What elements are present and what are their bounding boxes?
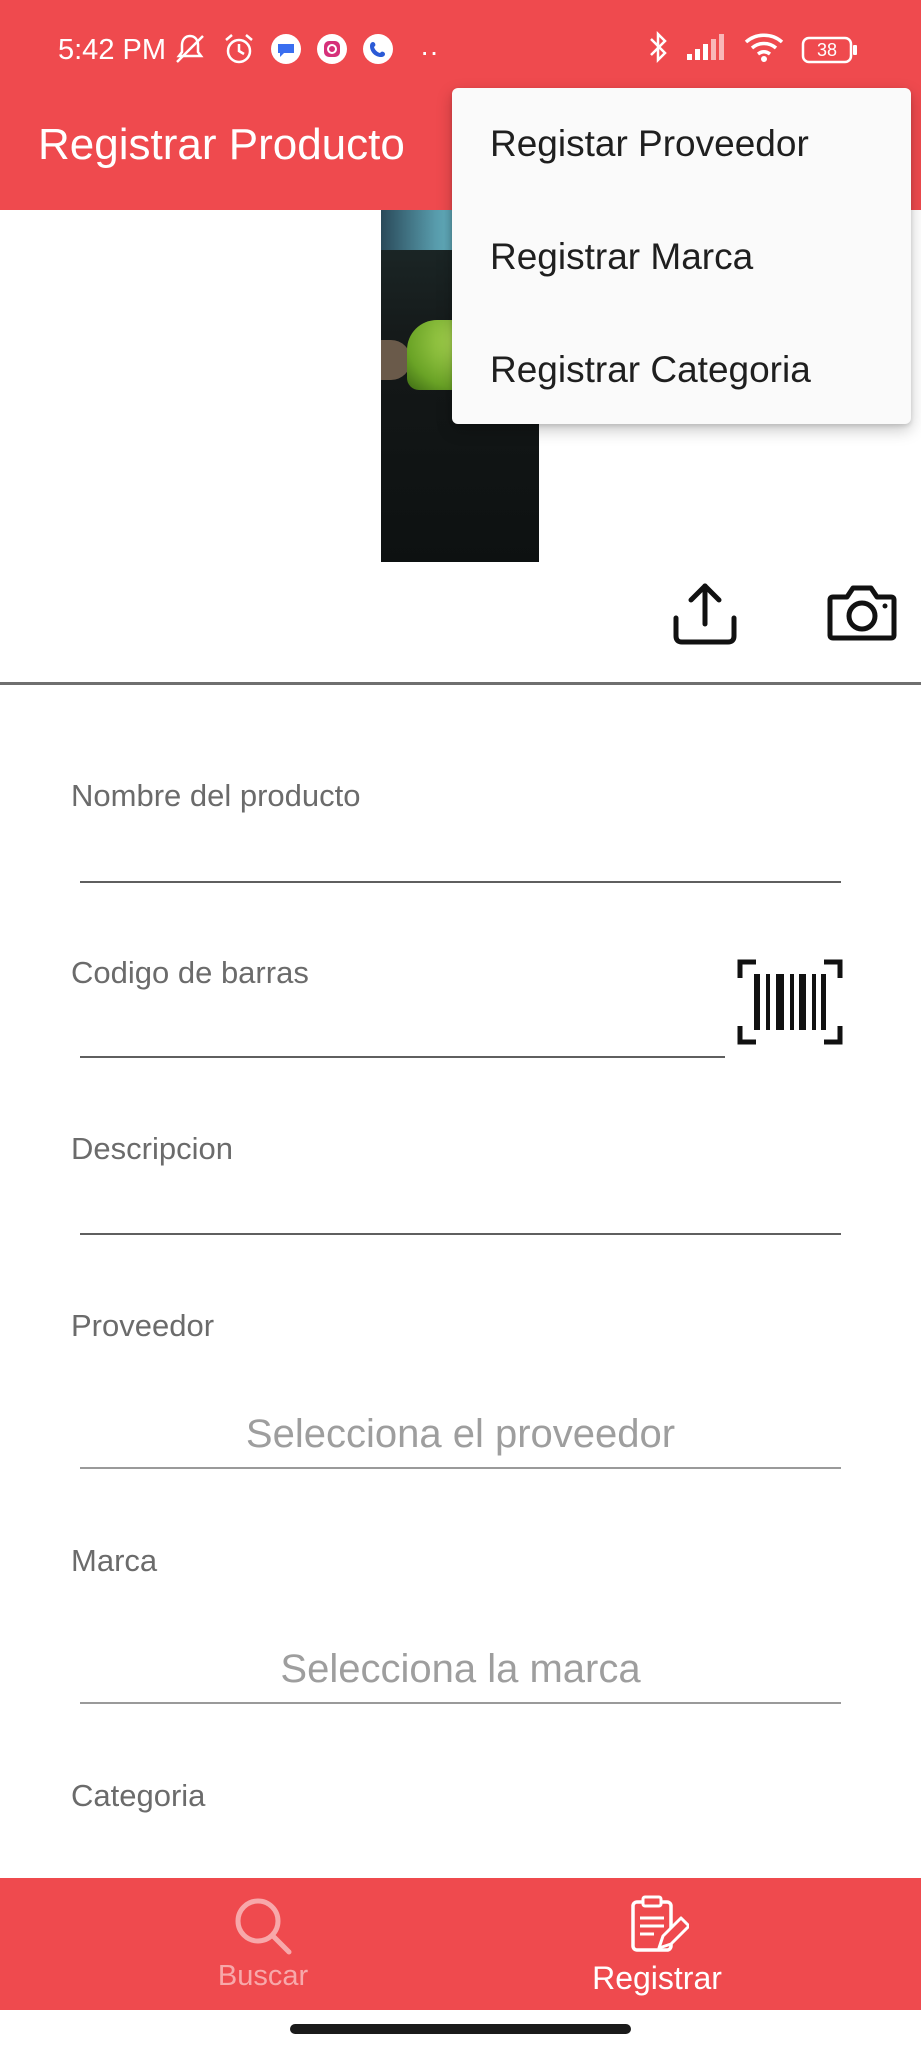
- phone-icon: [362, 33, 394, 70]
- search-icon: [231, 1894, 295, 1958]
- descripcion-label: Descripcion: [71, 1131, 233, 1166]
- codigo-input[interactable]: [80, 1056, 725, 1058]
- marca-underline: [80, 1702, 841, 1704]
- nombre-label: Nombre del producto: [71, 778, 361, 813]
- bluetooth-icon: [647, 30, 669, 69]
- message-icon: [270, 33, 302, 70]
- alarm-icon: [222, 32, 256, 71]
- barcode-scan-icon[interactable]: [736, 958, 844, 1046]
- section-divider: [0, 682, 921, 685]
- camera-icon[interactable]: [826, 580, 898, 644]
- proveedor-label: Proveedor: [71, 1308, 215, 1343]
- proveedor-underline: [80, 1467, 841, 1469]
- proveedor-spinner[interactable]: Selecciona el proveedor: [80, 1412, 841, 1457]
- nav-item-buscar[interactable]: Buscar: [113, 1878, 413, 2010]
- categoria-label: Categoria: [71, 1778, 206, 1813]
- overflow-menu: Registar Proveedor Registrar Marca Regis…: [452, 88, 911, 424]
- signal-icon: [685, 32, 727, 67]
- status-time: 5:42 PM: [58, 34, 166, 66]
- gesture-handle[interactable]: [290, 2024, 631, 2034]
- nombre-input[interactable]: [80, 881, 841, 883]
- menu-item-registrar-marca[interactable]: Registrar Marca: [490, 227, 753, 287]
- wifi-icon: [743, 31, 785, 68]
- status-bar: 5:42 PM ·· 38: [0, 0, 921, 100]
- nav-item-registrar[interactable]: Registrar: [507, 1878, 807, 2010]
- page-title: Registrar Producto: [38, 120, 405, 169]
- menu-item-registrar-categoria[interactable]: Registrar Categoria: [490, 340, 811, 400]
- battery-level: 38: [816, 39, 838, 60]
- codigo-label: Codigo de barras: [71, 955, 309, 990]
- upload-icon[interactable]: [668, 576, 742, 650]
- battery-icon: 38: [801, 36, 859, 64]
- nav-label-buscar: Buscar: [217, 1960, 309, 1992]
- status-overflow: ··: [420, 35, 439, 67]
- instagram-icon: [316, 33, 348, 70]
- menu-item-registrar-proveedor[interactable]: Registar Proveedor: [490, 114, 809, 174]
- marca-label: Marca: [71, 1543, 158, 1578]
- clipboard-edit-icon: [625, 1894, 691, 1958]
- mute-icon: [172, 32, 208, 71]
- nav-label-registrar: Registrar: [592, 1960, 722, 1996]
- marca-spinner[interactable]: Selecciona la marca: [80, 1647, 841, 1692]
- descripcion-input[interactable]: [80, 1233, 841, 1235]
